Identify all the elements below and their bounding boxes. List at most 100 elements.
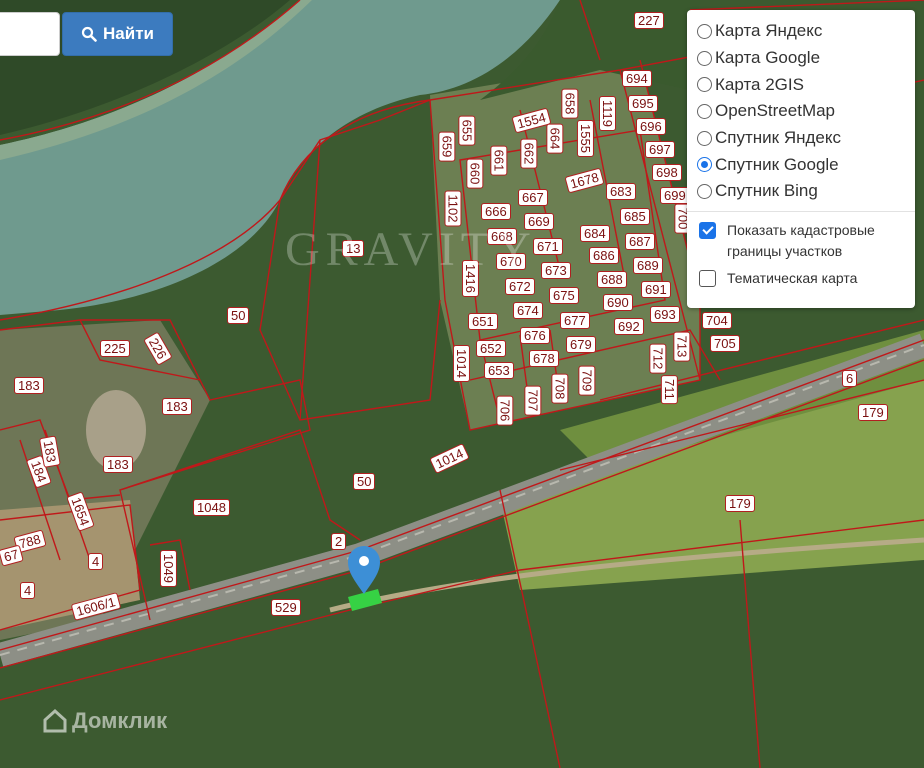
parcel-number-label[interactable]: 1555 bbox=[576, 120, 594, 157]
parcel-number-label[interactable]: 694 bbox=[622, 70, 652, 87]
parcel-number-label[interactable]: 676 bbox=[520, 327, 550, 344]
search-button[interactable]: Найти bbox=[62, 12, 173, 56]
house-logo-icon bbox=[43, 708, 67, 733]
search-icon bbox=[81, 26, 97, 42]
parcel-number-label[interactable]: 655 bbox=[458, 115, 476, 146]
map-type-option[interactable]: Карта 2GIS bbox=[697, 71, 905, 98]
map-type-option[interactable]: Спутник Яндекс bbox=[697, 125, 905, 152]
parcel-number-label[interactable]: 705 bbox=[710, 335, 740, 352]
map-type-option[interactable]: Карта Яндекс bbox=[697, 18, 905, 45]
radio-button[interactable] bbox=[697, 77, 712, 93]
panel-divider bbox=[687, 210, 915, 212]
parcel-number-label[interactable]: 1049 bbox=[159, 550, 177, 587]
parcel-number-label[interactable]: 1014 bbox=[452, 345, 470, 382]
parcel-number-label[interactable]: 666 bbox=[481, 203, 511, 220]
parcel-number-label[interactable]: 696 bbox=[636, 118, 666, 135]
map-type-label: Спутник Bing bbox=[715, 181, 818, 201]
parcel-number-label[interactable]: 708 bbox=[551, 373, 569, 404]
parcel-number-label[interactable]: 686 bbox=[589, 247, 619, 264]
parcel-number-label[interactable]: 529 bbox=[271, 599, 301, 616]
parcel-number-label[interactable]: 713 bbox=[673, 331, 691, 362]
map-type-option[interactable]: Карта Google bbox=[697, 45, 905, 72]
parcel-number-label[interactable]: 677 bbox=[560, 312, 590, 329]
brand-text: Домклик bbox=[72, 708, 168, 733]
parcel-number-label[interactable]: 664 bbox=[546, 123, 564, 154]
parcel-number-label[interactable]: 225 bbox=[100, 340, 130, 357]
watermark-gravity: GRAVITY bbox=[285, 223, 537, 276]
parcel-number-label[interactable]: 679 bbox=[566, 336, 596, 353]
parcel-number-label[interactable]: 183 bbox=[162, 398, 192, 415]
parcel-number-label[interactable]: 706 bbox=[496, 395, 514, 426]
parcel-number-label[interactable]: 674 bbox=[513, 302, 543, 319]
parcel-number-label[interactable]: 707 bbox=[524, 385, 542, 416]
parcel-number-label[interactable]: 689 bbox=[633, 257, 663, 274]
parcel-number-label[interactable]: 183 bbox=[14, 377, 44, 394]
parcel-number-label[interactable]: 1119 bbox=[599, 96, 616, 131]
radio-button[interactable] bbox=[697, 103, 712, 119]
parcel-number-label[interactable]: 672 bbox=[505, 278, 535, 295]
parcel-number-label[interactable]: 684 bbox=[580, 225, 610, 242]
parcel-number-label[interactable]: 651 bbox=[468, 313, 498, 330]
radio-button[interactable] bbox=[697, 130, 712, 146]
parcel-number-label[interactable]: 50 bbox=[353, 473, 376, 490]
map-type-label: Спутник Google bbox=[715, 154, 839, 174]
radio-button[interactable] bbox=[697, 157, 712, 173]
search-button-label: Найти bbox=[103, 24, 154, 43]
parcel-number-label[interactable]: 678 bbox=[529, 350, 559, 367]
radio-button[interactable] bbox=[697, 23, 712, 39]
parcel-number-label[interactable]: 704 bbox=[702, 312, 732, 329]
parcel-number-label[interactable]: 661 bbox=[490, 145, 508, 176]
watermark-domclick: Домклик bbox=[42, 708, 167, 734]
thematic-checkbox[interactable] bbox=[699, 269, 716, 287]
parcel-number-label[interactable]: 709 bbox=[578, 365, 596, 396]
parcel-number-label[interactable]: 2 bbox=[331, 533, 347, 550]
radio-button[interactable] bbox=[697, 50, 712, 66]
parcel-number-label[interactable]: 179 bbox=[858, 404, 888, 421]
parcel-number-label[interactable]: 690 bbox=[603, 294, 633, 311]
map-type-option[interactable]: OpenStreetMap bbox=[697, 98, 905, 125]
parcel-number-label[interactable]: 688 bbox=[597, 271, 627, 288]
thematic-toggle[interactable]: Тематическая карта bbox=[697, 268, 905, 289]
map-type-option[interactable]: Спутник Google bbox=[697, 151, 905, 178]
parcel-number-label[interactable]: 667 bbox=[518, 189, 548, 206]
map-type-label: Карта Google bbox=[715, 48, 821, 68]
parcel-number-label[interactable]: 698 bbox=[652, 164, 682, 181]
map-type-option[interactable]: Спутник Bing bbox=[697, 178, 905, 205]
map-type-label: OpenStreetMap bbox=[715, 101, 836, 121]
cadastral-toggle[interactable]: Показать кадастровые границы участков bbox=[697, 220, 905, 262]
cadastral-checkbox[interactable] bbox=[699, 221, 716, 239]
parcel-number-label[interactable]: 683 bbox=[606, 183, 636, 200]
search-input[interactable] bbox=[0, 12, 60, 56]
parcel-number-label[interactable]: 673 bbox=[541, 262, 571, 279]
parcel-number-label[interactable]: 179 bbox=[725, 495, 755, 512]
radio-button[interactable] bbox=[697, 183, 712, 199]
parcel-number-label[interactable]: 695 bbox=[628, 95, 658, 112]
parcel-number-label[interactable]: 699 bbox=[660, 187, 690, 204]
map-type-label: Карта Яндекс bbox=[715, 21, 823, 41]
parcel-number-label[interactable]: 693 bbox=[650, 306, 680, 323]
map-layer-panel: Карта Яндекс Карта Google Карта 2GIS OpenSt… bbox=[687, 10, 915, 308]
parcel-number-label[interactable]: 4 bbox=[88, 553, 104, 570]
parcel-number-label[interactable]: 697 bbox=[645, 141, 675, 158]
parcel-number-label[interactable]: 687 bbox=[625, 233, 655, 250]
parcel-number-label[interactable]: 712 bbox=[649, 343, 667, 374]
parcel-number-label[interactable]: 50 bbox=[227, 307, 250, 324]
parcel-number-label[interactable]: 691 bbox=[641, 281, 671, 298]
parcel-number-label[interactable]: 227 bbox=[634, 12, 664, 29]
parcel-number-label[interactable]: 4 bbox=[20, 582, 36, 599]
parcel-number-label[interactable]: 671 bbox=[533, 238, 563, 255]
parcel-number-label[interactable]: 660 bbox=[466, 158, 484, 189]
parcel-number-label[interactable]: 652 bbox=[476, 340, 506, 357]
parcel-number-label[interactable]: 6 bbox=[842, 370, 858, 387]
parcel-number-label[interactable]: 183 bbox=[103, 456, 133, 473]
parcel-number-label[interactable]: 653 bbox=[484, 362, 514, 379]
parcel-number-label[interactable]: 1048 bbox=[193, 499, 230, 516]
parcel-number-label[interactable]: 711 bbox=[660, 375, 678, 404]
parcel-number-label[interactable]: 692 bbox=[614, 318, 644, 335]
thematic-label: Тематическая карта bbox=[727, 269, 858, 286]
parcel-number-label[interactable]: 659 bbox=[438, 131, 456, 162]
parcel-number-label[interactable]: 658 bbox=[561, 88, 579, 119]
parcel-number-label[interactable]: 685 bbox=[620, 208, 650, 225]
parcel-number-label[interactable]: 662 bbox=[520, 138, 538, 169]
parcel-number-label[interactable]: 675 bbox=[549, 287, 579, 304]
